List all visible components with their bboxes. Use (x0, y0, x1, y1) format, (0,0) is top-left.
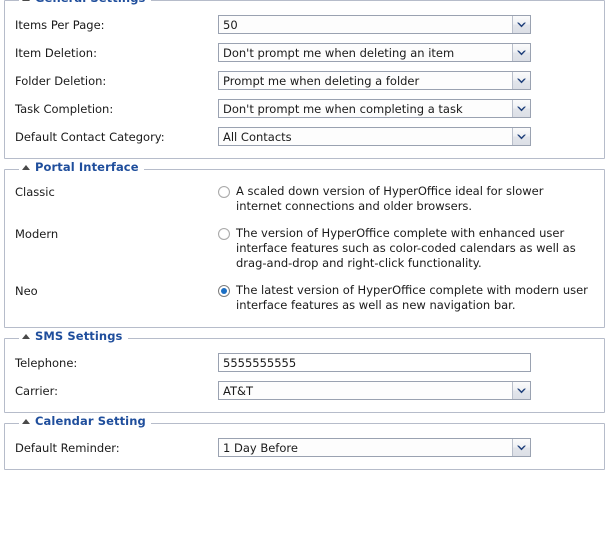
radio-unchecked-icon[interactable] (218, 186, 230, 198)
section-sms-settings: SMS Settings Telephone: Carrier: AT&T (4, 330, 605, 413)
field-items-per-page: 50 (218, 15, 594, 34)
row-item-deletion: Item Deletion: Don't prompt me when dele… (15, 43, 594, 62)
select-items-per-page-value: 50 (223, 18, 238, 32)
radio-option-modern[interactable]: The version of HyperOffice complete with… (218, 226, 590, 271)
section-title-calendar-setting: Calendar Setting (35, 414, 146, 428)
chevron-down-icon[interactable] (512, 439, 530, 456)
section-title-general-settings: General Settings (35, 0, 146, 5)
label-neo: Neo (15, 284, 38, 298)
chevron-down-icon[interactable] (512, 128, 530, 145)
field-item-deletion: Don't prompt me when deleting an item (218, 43, 594, 62)
select-folder-deletion[interactable]: Prompt me when deleting a folder (218, 71, 531, 90)
field-default-contact-category: All Contacts (218, 127, 594, 146)
select-folder-deletion-value: Prompt me when deleting a folder (223, 74, 420, 88)
description-neo: The latest version of HyperOffice comple… (236, 283, 588, 312)
label-default-reminder: Default Reminder: (15, 441, 120, 455)
section-body-sms-settings: Telephone: Carrier: AT&T (5, 339, 604, 404)
row-folder-deletion: Folder Deletion: Prompt me when deleting… (15, 71, 594, 90)
select-default-contact-category[interactable]: All Contacts (218, 127, 531, 146)
select-default-contact-category-value: All Contacts (223, 130, 292, 144)
radio-row-classic: Classic A scaled down version of HyperOf… (15, 184, 594, 214)
radio-row-neo: Neo The latest version of HyperOffice co… (15, 283, 594, 313)
label-items-per-page: Items Per Page: (15, 18, 105, 32)
select-carrier[interactable]: AT&T (218, 381, 531, 400)
select-item-deletion-value: Don't prompt me when deleting an item (223, 46, 455, 60)
radio-unchecked-icon[interactable] (218, 228, 230, 240)
section-header-calendar-setting[interactable]: Calendar Setting (19, 414, 151, 428)
section-title-portal-interface: Portal Interface (35, 160, 139, 174)
field-folder-deletion: Prompt me when deleting a folder (218, 71, 594, 90)
chevron-down-icon[interactable] (512, 382, 530, 399)
select-items-per-page[interactable]: 50 (218, 15, 531, 34)
label-item-deletion: Item Deletion: (15, 46, 97, 60)
field-telephone (218, 353, 594, 372)
label-task-completion: Task Completion: (15, 102, 114, 116)
row-default-contact-category: Default Contact Category: All Contacts (15, 127, 594, 146)
chevron-down-icon[interactable] (512, 44, 530, 61)
field-default-reminder: 1 Day Before (218, 438, 594, 457)
radio-row-modern: Modern The version of HyperOffice comple… (15, 226, 594, 271)
settings-page: General Settings Items Per Page: 50 Item… (0, 0, 609, 534)
row-telephone: Telephone: (15, 353, 594, 372)
select-item-deletion[interactable]: Don't prompt me when deleting an item (218, 43, 531, 62)
chevron-down-icon[interactable] (512, 72, 530, 89)
chevron-down-icon[interactable] (512, 100, 530, 117)
label-classic: Classic (15, 185, 55, 199)
section-body-general-settings: Items Per Page: 50 Item Deletion: Don't … (5, 1, 604, 150)
row-task-completion: Task Completion: Don't prompt me when co… (15, 99, 594, 118)
triangle-up-icon[interactable] (22, 0, 30, 2)
section-calendar-setting: Calendar Setting Default Reminder: 1 Day… (4, 415, 605, 470)
select-carrier-value: AT&T (223, 384, 253, 398)
telephone-input[interactable] (218, 353, 531, 372)
section-general-settings: General Settings Items Per Page: 50 Item… (4, 0, 605, 159)
row-carrier: Carrier: AT&T (15, 381, 594, 400)
label-telephone: Telephone: (15, 356, 78, 370)
section-portal-interface: Portal Interface Classic A scaled down v… (4, 161, 605, 328)
row-default-reminder: Default Reminder: 1 Day Before (15, 438, 594, 457)
triangle-up-icon[interactable] (22, 419, 30, 425)
section-body-calendar-setting: Default Reminder: 1 Day Before (5, 424, 604, 461)
select-default-reminder[interactable]: 1 Day Before (218, 438, 531, 457)
triangle-up-icon[interactable] (22, 165, 30, 171)
row-items-per-page: Items Per Page: 50 (15, 15, 594, 34)
field-task-completion: Don't prompt me when completing a task (218, 99, 594, 118)
label-folder-deletion: Folder Deletion: (15, 74, 107, 88)
radio-checked-icon[interactable] (218, 285, 230, 297)
section-title-sms-settings: SMS Settings (35, 329, 123, 343)
triangle-up-icon[interactable] (22, 334, 30, 340)
description-classic: A scaled down version of HyperOffice ide… (236, 184, 544, 213)
radio-option-neo[interactable]: The latest version of HyperOffice comple… (218, 283, 590, 313)
label-carrier: Carrier: (15, 384, 59, 398)
select-default-reminder-value: 1 Day Before (223, 441, 298, 455)
select-task-completion[interactable]: Don't prompt me when completing a task (218, 99, 531, 118)
section-body-portal-interface: Classic A scaled down version of HyperOf… (5, 170, 604, 319)
label-modern: Modern (15, 227, 59, 241)
chevron-down-icon[interactable] (512, 16, 530, 33)
description-modern: The version of HyperOffice complete with… (236, 226, 576, 270)
section-header-general-settings[interactable]: General Settings (19, 0, 151, 5)
select-task-completion-value: Don't prompt me when completing a task (223, 102, 463, 116)
section-header-sms-settings[interactable]: SMS Settings (19, 329, 128, 343)
radio-option-classic[interactable]: A scaled down version of HyperOffice ide… (218, 184, 590, 214)
label-default-contact-category: Default Contact Category: (15, 130, 165, 144)
field-carrier: AT&T (218, 381, 594, 400)
section-header-portal-interface[interactable]: Portal Interface (19, 160, 144, 174)
